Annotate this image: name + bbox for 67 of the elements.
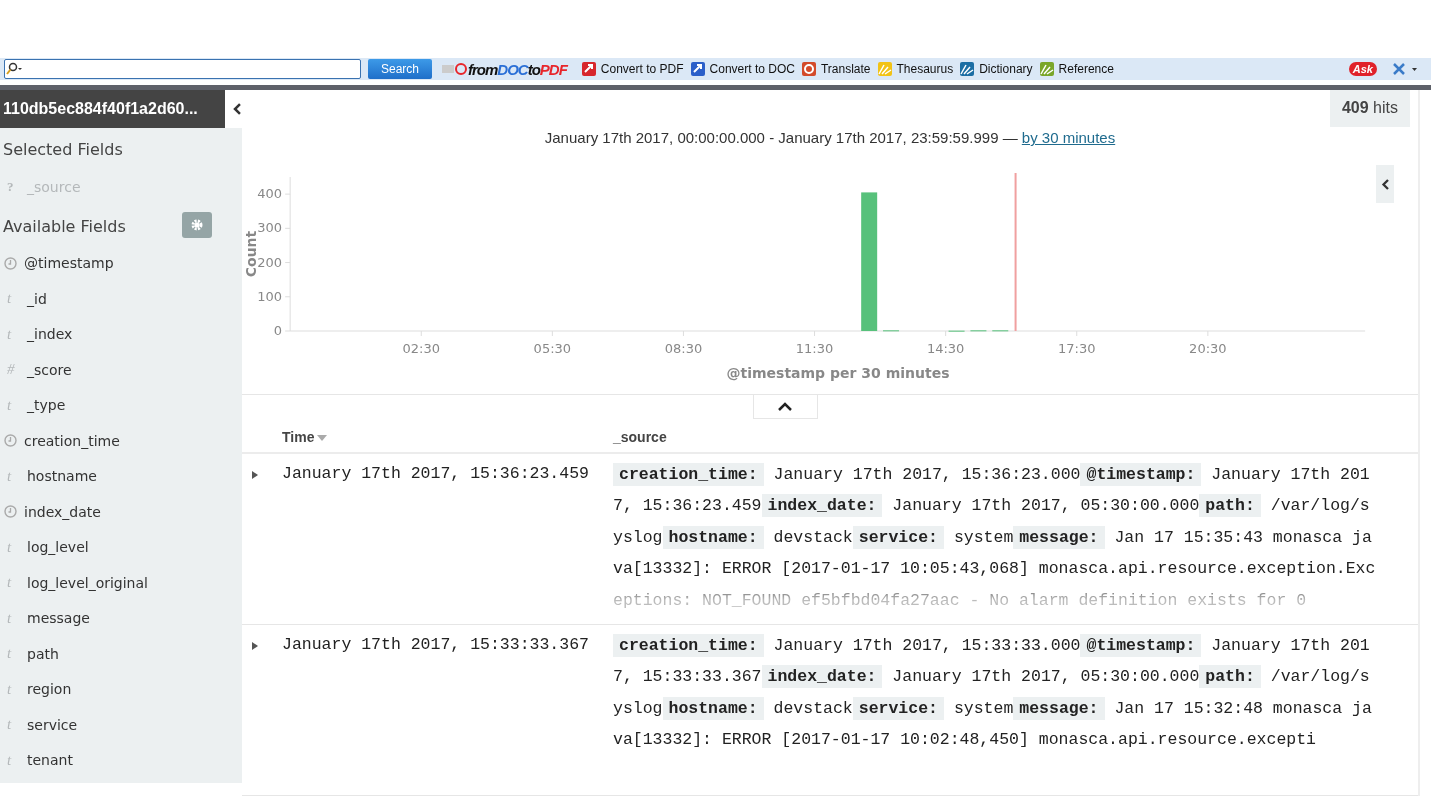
time-cell-text: January 17th 2017, 15:33:33.367 (282, 635, 590, 654)
sort-icon[interactable] (317, 435, 328, 441)
expand-icon[interactable] (251, 641, 259, 651)
x-tick-label: 14:30 (926, 341, 965, 356)
ask-logo[interactable]: Ask (1348, 62, 1377, 76)
y-axis: 0 100 200 300 400 (257, 176, 291, 338)
index-title[interactable]: 110db5ec884f40f1a2d60... (0, 90, 226, 128)
field-item[interactable]: t region (0, 671, 242, 707)
y-tick-label: 200 (257, 254, 283, 270)
hits-count: 409 hits (1329, 90, 1410, 127)
collapse-icon[interactable] (232, 102, 242, 116)
toolbar-link[interactable]: Reference (1038, 61, 1114, 77)
x-tick-label: 05:30 (533, 341, 572, 356)
y-tick-label: 400 (257, 186, 283, 202)
toolbar-link[interactable]: Thesaurus (876, 61, 954, 77)
document-icon (689, 61, 706, 77)
time-range: January 17th 2017, 00:00:00.000 - January 17th 2017, 23:59:59.999 — by 30 minutes (544, 129, 1116, 146)
logo-icon (442, 62, 468, 76)
toolbar-link[interactable]: Convert to DOC (689, 61, 795, 77)
expand-icon[interactable] (251, 470, 259, 480)
toolbar-logo[interactable]: fromDOCtoPDF (468, 60, 567, 78)
section-heading: Selected Fields (2, 139, 124, 161)
field-item[interactable]: t log_level (0, 529, 242, 565)
settings-button[interactable] (182, 212, 212, 238)
axis-label: Count (243, 230, 259, 278)
axis-label: @timestamp per 30 minutes (726, 365, 950, 381)
field-item[interactable]: t message (0, 600, 242, 636)
y-tick-label: 300 (257, 220, 283, 236)
source-cell-text: creation_time: January 17th 2017, 15:33:33.000 @timestamp: January 17th 2017, 15:33:33.367 index_date: January 17th 2017, 05:30:00.000 path: /var/log/syslog hostname: devstack service: system message: Jan 17 15:32:48 monasca java[13332]: ERROR [2017-01-17 10:02:48,450] monasca.api.resource.excepti (613, 633, 1373, 752)
field-item[interactable]: index_date (0, 494, 242, 530)
chevron-left-icon (1380, 177, 1390, 191)
document-icon (580, 61, 597, 77)
toolbar-link[interactable]: Convert to PDF (580, 61, 684, 77)
field-item[interactable]: t path (0, 636, 242, 672)
x-tick-label: 02:30 (402, 341, 440, 356)
expand-button[interactable] (1376, 165, 1394, 203)
interval-link[interactable]: by 30 minutes (1021, 129, 1116, 146)
field-item[interactable]: t service (0, 707, 242, 743)
y-tick-label: 100 (257, 288, 283, 304)
source-cell-text: creation_time: January 17th 2017, 15:36:23.000 @timestamp: January 17th 2017, 15:36:23.459 index_date: January 17th 2017, 05:30:00.000 path: /var/log/syslog hostname: devstack service: system message: Jan 17 15:35:43 monasca java[13332]: ERROR [2017-01-17 10:05:43,068] monasca.api.resource.exception.Exceptions: NOT_FOUND ef5bfbd04fa27aac - No alarm definition exists for 0 (613, 462, 1377, 612)
column-header[interactable]: Time (282, 428, 328, 445)
x-tick-label: 17:30 (1058, 341, 1096, 356)
field-item[interactable]: t _id (0, 281, 242, 317)
field-item[interactable]: t _type (0, 387, 242, 423)
gear-icon (190, 218, 204, 232)
time-cell-text: January 17th 2017, 15:36:23.459 (282, 464, 590, 483)
section-heading: Available Fields (2, 215, 127, 238)
toolbar-link[interactable]: Dictionary (959, 61, 1033, 77)
search-button[interactable]: Search (368, 59, 432, 79)
x-tick-label: 11:30 (795, 341, 834, 356)
y-tick-label: 0 (273, 323, 283, 338)
histogram-bar[interactable] (861, 192, 878, 331)
field-item[interactable]: @timestamp (0, 245, 242, 281)
field-item[interactable]: creation_time (0, 423, 242, 459)
field-item[interactable]: t hostname (0, 458, 242, 494)
chevron-up-icon (777, 401, 793, 412)
field-item[interactable]: # _score (0, 352, 242, 388)
field-item[interactable]: t log_level_original (0, 565, 242, 601)
field-item[interactable]: t _index (0, 316, 242, 352)
x-tick-label: 20:30 (1189, 341, 1227, 356)
collapse-chart-button[interactable] (752, 395, 818, 419)
column-header[interactable]: _source (613, 428, 667, 445)
search-icon (5, 62, 23, 76)
field-item[interactable]: t tenant (0, 742, 242, 778)
search-field[interactable] (4, 59, 361, 79)
x-tick-label: 08:30 (664, 341, 703, 356)
toolbar-link[interactable]: Translate (800, 61, 871, 77)
